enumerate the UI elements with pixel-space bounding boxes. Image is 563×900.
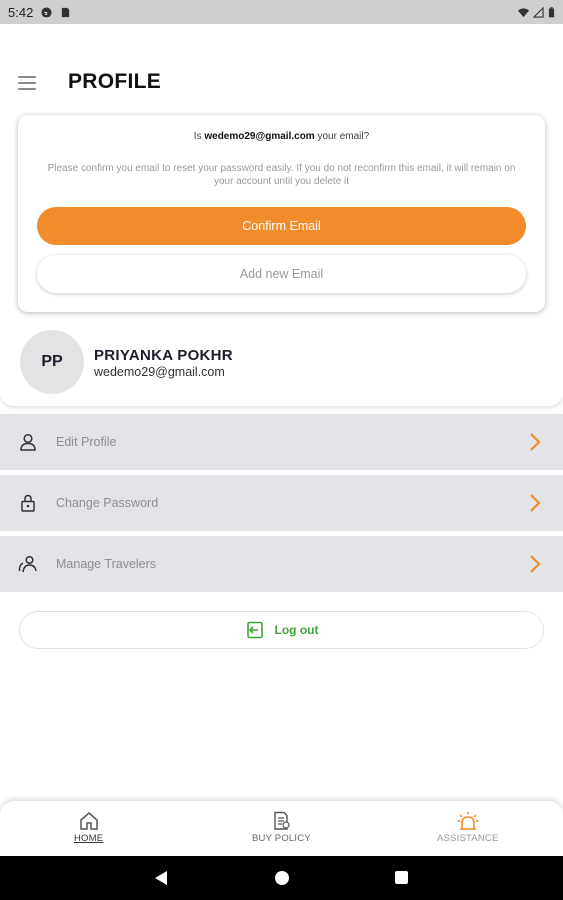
nav-home[interactable]: HOME xyxy=(74,811,103,844)
chevron-right-icon xyxy=(530,555,541,573)
nav-assistance[interactable]: ASSISTANCE xyxy=(437,811,498,844)
users-icon xyxy=(18,555,37,573)
wifi-icon xyxy=(518,7,529,17)
hamburger-menu-icon[interactable] xyxy=(18,76,36,90)
gmail-icon xyxy=(41,6,52,18)
email-confirm-description: Please confirm you email to reset your p… xyxy=(47,163,516,187)
menu-item-change-password[interactable]: Change Password xyxy=(0,475,563,531)
battery-icon xyxy=(548,6,555,17)
email-confirm-question: Is wedemo29@gmail.com your email? xyxy=(193,131,370,142)
sim-icon xyxy=(62,7,70,17)
app-header: PROFILE xyxy=(0,60,563,108)
back-icon[interactable] xyxy=(154,870,168,886)
chevron-right-icon xyxy=(530,433,541,451)
user-name: PRIYANKA POKHR xyxy=(94,347,233,364)
alarm-icon xyxy=(457,812,479,830)
nav-label: HOME xyxy=(74,833,104,844)
home-icon xyxy=(79,812,98,830)
menu-item-label: Change Password xyxy=(56,496,159,510)
system-home-icon[interactable] xyxy=(275,871,289,885)
recents-icon[interactable] xyxy=(395,871,408,884)
user-icon xyxy=(20,433,36,451)
page-title: PROFILE xyxy=(68,70,162,93)
nav-label: BUY POLICY xyxy=(252,833,311,844)
user-email: wedemo29@gmail.com xyxy=(94,365,225,379)
status-bar: 5:42 xyxy=(0,0,563,24)
menu-item-label: Edit Profile xyxy=(56,435,117,449)
logout-icon xyxy=(246,621,263,639)
profile-menu-list: Edit Profile Change Password Manage Trav… xyxy=(0,414,563,597)
add-new-email-button[interactable]: Add new Email xyxy=(37,255,526,293)
menu-item-edit-profile[interactable]: Edit Profile xyxy=(0,414,563,470)
email-confirm-address: wedemo29@gmail.com xyxy=(204,131,315,142)
nav-buy-policy[interactable]: BUY POLICY xyxy=(252,811,311,844)
email-confirm-card: Is wedemo29@gmail.com your email? Please… xyxy=(18,115,545,312)
lock-icon xyxy=(21,494,35,512)
confirm-email-button[interactable]: Confirm Email xyxy=(37,207,526,245)
bottom-nav: HOME BUY POLICY ASSISTANCE xyxy=(0,801,563,856)
menu-item-label: Manage Travelers xyxy=(56,557,157,571)
chevron-right-icon xyxy=(530,494,541,512)
status-time: 5:42 xyxy=(8,4,34,20)
signal-icon xyxy=(533,6,544,18)
logout-label: Log out xyxy=(274,623,319,637)
avatar: PP xyxy=(20,330,84,394)
profile-summary: PP PRIYANKA POKHR wedemo29@gmail.com xyxy=(0,318,563,406)
logout-button[interactable]: Log out xyxy=(19,611,544,649)
system-nav-bar xyxy=(0,856,563,900)
policy-icon xyxy=(274,811,291,830)
menu-item-manage-travelers[interactable]: Manage Travelers xyxy=(0,536,563,592)
nav-label: ASSISTANCE xyxy=(437,833,499,844)
